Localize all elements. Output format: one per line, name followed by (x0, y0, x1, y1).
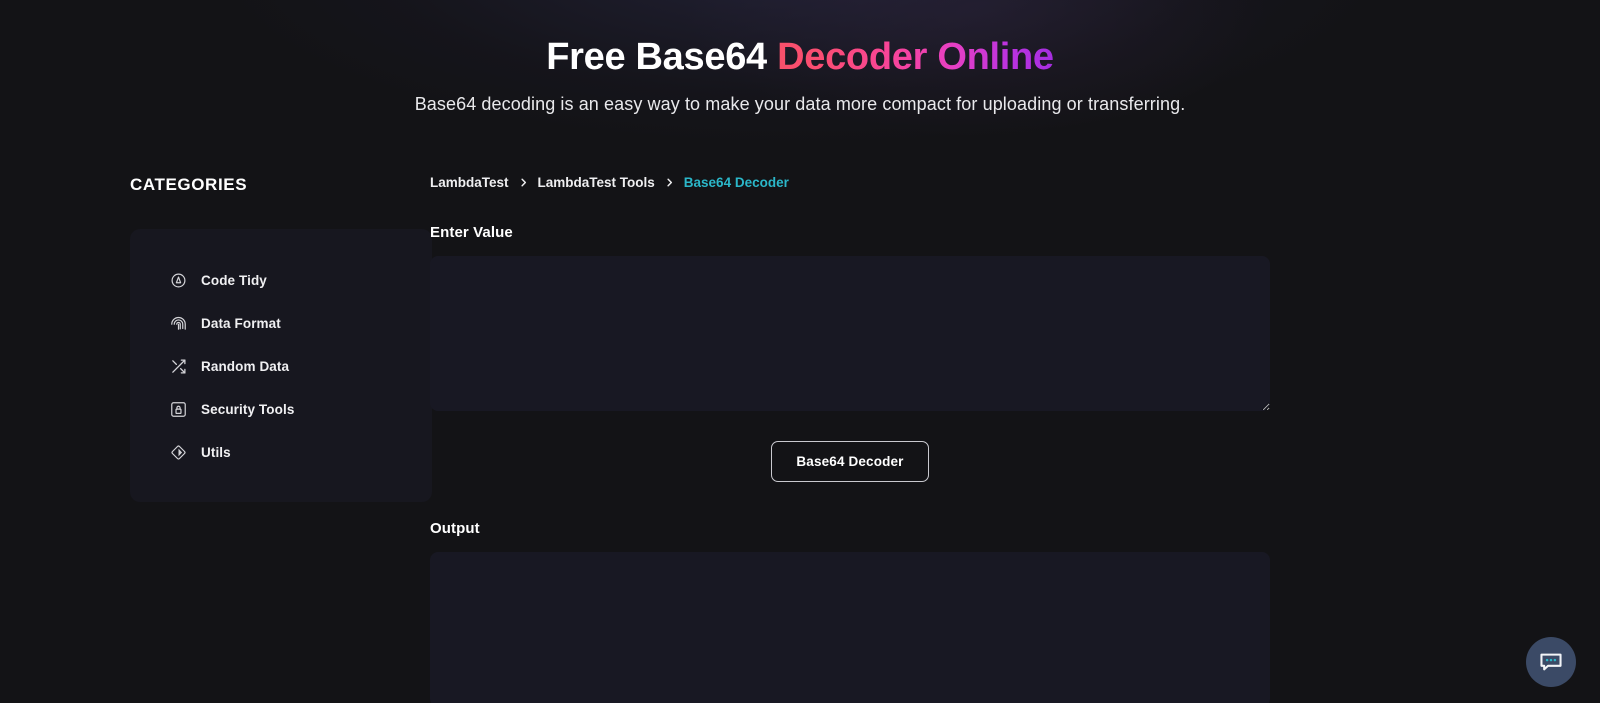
sidebar-item-label: Utils (201, 445, 231, 461)
output-textarea[interactable] (430, 552, 1270, 703)
action-row: Base64 Decoder (430, 441, 1270, 483)
breadcrumb: LambdaTest LambdaTest Tools Base64 Decod… (430, 175, 1460, 190)
content-area: CATEGORIES Code Tidy Data Format Random … (0, 175, 1600, 703)
chat-bubble-icon (1538, 649, 1564, 675)
sidebar: CATEGORIES Code Tidy Data Format Random … (0, 175, 432, 503)
sidebar-item-data-format[interactable]: Data Format (130, 302, 432, 345)
base64-decoder-button[interactable]: Base64 Decoder (771, 441, 929, 483)
breadcrumb-item-base64-decoder: Base64 Decoder (683, 175, 789, 191)
enter-value-textarea[interactable] (430, 256, 1270, 412)
breadcrumb-item-lambdatest-tools[interactable]: LambdaTest Tools (538, 175, 655, 190)
page-title-gradient: Decoder Online (777, 36, 1054, 78)
fingerprint-icon (170, 315, 187, 332)
chevron-right-icon (518, 177, 529, 188)
breadcrumb-item-lambdatest[interactable]: LambdaTest (430, 175, 509, 190)
code-tidy-icon (170, 272, 187, 289)
shuffle-icon (170, 358, 187, 375)
page-title-plain: Free Base64 (546, 36, 778, 78)
page-subtitle: Base64 decoding is an easy way to make y… (414, 94, 1186, 115)
output-label: Output (430, 520, 480, 538)
diamond-icon (170, 444, 187, 461)
page-title: Free Base64 Decoder Online (0, 34, 1600, 80)
chevron-right-icon (664, 177, 675, 188)
main-panel: LambdaTest LambdaTest Tools Base64 Decod… (430, 175, 1600, 703)
categories-heading: CATEGORIES (130, 175, 248, 195)
sidebar-item-label: Data Format (201, 316, 281, 332)
hero-section: Free Base64 Decoder Online Base64 decodi… (0, 0, 1600, 115)
sidebar-item-code-tidy[interactable]: Code Tidy (130, 259, 432, 302)
lock-icon (170, 401, 187, 418)
sidebar-item-label: Code Tidy (201, 273, 267, 289)
chat-widget-button[interactable] (1526, 637, 1576, 687)
page-root: Free Base64 Decoder Online Base64 decodi… (0, 0, 1600, 703)
sidebar-item-utils[interactable]: Utils (130, 431, 432, 474)
categories-card: Code Tidy Data Format Random Data Securi… (130, 229, 432, 503)
sidebar-item-random-data[interactable]: Random Data (130, 345, 432, 388)
sidebar-item-security-tools[interactable]: Security Tools (130, 388, 432, 431)
sidebar-item-label: Security Tools (201, 402, 295, 418)
enter-value-label: Enter Value (430, 224, 513, 242)
sidebar-item-label: Random Data (201, 359, 290, 375)
